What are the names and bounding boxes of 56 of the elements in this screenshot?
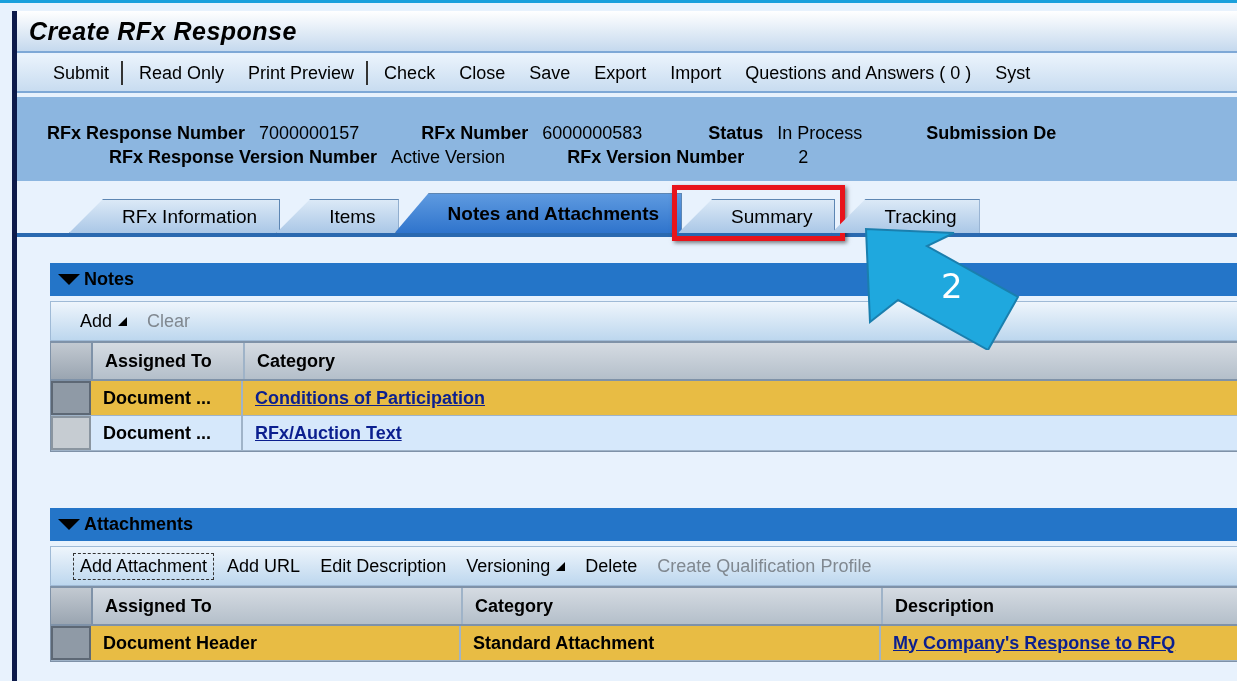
toolbar-button[interactable]: Import (658, 62, 734, 84)
toolbar-button[interactable]: Save (517, 62, 583, 84)
table-cell: Document ... (103, 422, 211, 444)
action-button[interactable]: Delete (578, 552, 645, 580)
field-label: RFx Number (421, 123, 529, 144)
row-selector[interactable] (51, 626, 91, 660)
field-value: In Process (777, 123, 863, 144)
section-title: Notes (84, 269, 134, 290)
toolbar-button[interactable]: Questions and Answers ( 0 ) (733, 62, 984, 84)
column-header: Assigned To (93, 588, 463, 624)
tab[interactable]: RFx Information (69, 199, 281, 233)
action-button[interactable]: Add (73, 307, 135, 335)
row-selector[interactable] (51, 381, 91, 415)
field-value: 2 (798, 147, 809, 168)
field-label: Status (708, 123, 764, 144)
action-button[interactable]: Edit Description (313, 552, 454, 580)
action-button[interactable]: Add Attachment (73, 552, 215, 580)
collapse-icon (58, 273, 80, 286)
toolbar-button[interactable]: Syst (983, 62, 1043, 84)
section-title: Attachments (84, 514, 194, 535)
table-link[interactable]: RFx/Auction Text (255, 422, 402, 444)
window-title: Create RFx Response (29, 16, 297, 46)
field-label: Submission De (926, 123, 1057, 144)
select-all-header[interactable] (51, 588, 93, 624)
table-cell: Document Header (103, 632, 258, 654)
tab[interactable]: Tracking (831, 199, 980, 233)
action-button[interactable]: Add URL (220, 552, 308, 580)
column-header: Assigned To (93, 343, 245, 379)
tab[interactable]: Summary (678, 199, 836, 233)
collapse-icon (58, 518, 80, 531)
select-all-header[interactable] (51, 343, 93, 379)
column-header: Category (463, 588, 883, 624)
action-button[interactable]: Versioning (459, 552, 573, 580)
table-link[interactable]: My Company's Response to RFQ (893, 632, 1176, 654)
toolbar-button[interactable]: Print Preview (236, 61, 369, 85)
caret-icon (556, 561, 566, 571)
toolbar-button[interactable]: Read Only (127, 62, 237, 84)
field-value: 6000000583 (542, 123, 643, 144)
table-link[interactable]: Conditions of Participation (255, 387, 485, 409)
tab[interactable]: Items (276, 199, 399, 233)
toolbar-button[interactable]: Close (447, 62, 518, 84)
field-label: RFx Response Version Number (109, 147, 378, 168)
field-value: Active Version (391, 147, 506, 168)
toolbar-button[interactable]: Submit (41, 61, 124, 85)
field-label: RFx Response Number (47, 123, 246, 144)
field-value: 7000000157 (259, 123, 360, 144)
toolbar-button[interactable]: Check (372, 62, 448, 84)
toolbar-button[interactable]: Export (582, 62, 659, 84)
table-cell: Standard Attachment (473, 632, 655, 654)
tab[interactable]: Notes and Attachments (394, 193, 683, 233)
caret-icon (118, 316, 128, 326)
row-selector[interactable] (51, 416, 91, 450)
field-label: RFx Version Number (567, 147, 745, 168)
section-header[interactable]: Attachments (50, 508, 1237, 541)
table-cell: Document ... (103, 387, 211, 409)
column-header: Description (883, 588, 1237, 624)
